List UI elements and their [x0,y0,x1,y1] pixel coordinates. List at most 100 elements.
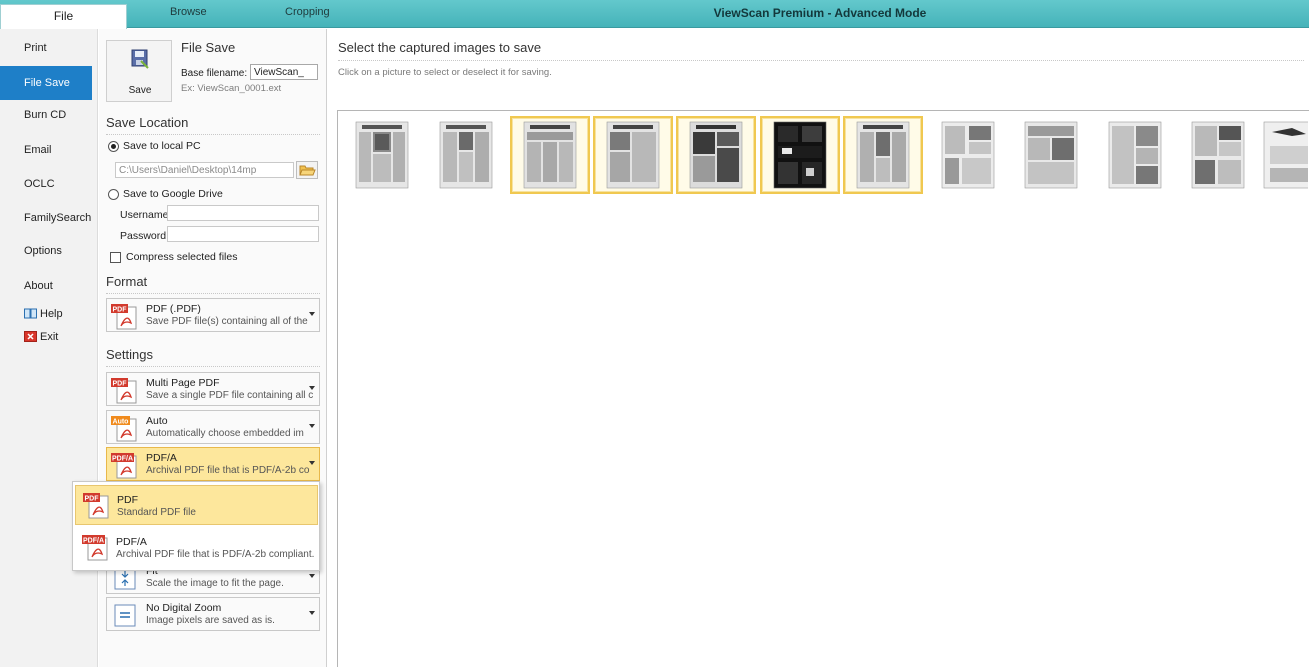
chevron-down-icon [309,386,315,390]
svg-text:PDF: PDF [113,381,128,388]
base-filename-input[interactable] [250,64,318,80]
chevron-down-icon [309,461,315,465]
password-input[interactable] [167,226,319,242]
thumbnail-selected[interactable] [843,116,923,194]
nav-familysearch[interactable]: FamilySearch [0,201,98,235]
nav-oclc[interactable]: OCLC [0,167,98,201]
thumbnail-area [337,110,1309,667]
compression-dropdown-desc: Automatically choose embedded im [146,428,304,439]
scaling-dropdown-desc: Scale the image to fit the page. [146,578,284,589]
folder-icon [299,165,316,176]
save-local-radio[interactable] [108,141,119,152]
pdf-file-icon: PDF [111,304,137,330]
nav-file-save[interactable]: File Save [0,66,92,100]
popup-option-title: PDF/A [116,536,147,548]
nav-options[interactable]: Options [0,234,98,268]
thumbnail[interactable] [1178,116,1258,194]
base-filename-label: Base filename: [181,68,248,79]
nav-exit-label: Exit [40,331,59,343]
auto-file-icon: Auto [111,416,137,442]
compression-dropdown[interactable]: Auto Auto Automatically choose embedded … [106,410,320,444]
newspaper-thumbnail-image [439,121,493,189]
svg-text:PDF/A: PDF/A [112,456,133,463]
compress-checkbox[interactable] [110,252,121,263]
popup-option-pdf[interactable]: PDF PDF Standard PDF file [75,485,318,525]
save-location-title: Save Location [106,115,189,130]
svg-text:PDF: PDF [113,307,128,314]
help-book-icon [24,308,37,319]
thumbnail[interactable] [1011,116,1091,194]
compress-label: Compress selected files [126,251,238,263]
divider [338,60,1304,61]
left-nav: Print File Save Burn CD Email OCLC Famil… [0,29,98,667]
browse-folder-button[interactable] [296,161,318,179]
file-save-title: File Save [181,40,236,55]
username-input[interactable] [167,205,319,221]
newspaper-thumbnail-image [856,121,910,189]
multipage-dropdown[interactable]: PDF Multi Page PDF Save a single PDF fil… [106,372,320,406]
chevron-down-icon [309,611,315,615]
pdfa-file-icon: PDF/A [111,453,137,479]
nav-help-label: Help [40,308,63,320]
thumbnail[interactable] [928,116,1008,194]
ad-page-thumbnail-image [1263,121,1308,189]
thumbnail-selected[interactable] [593,116,673,194]
zoom-dropdown[interactable]: No Digital Zoom Image pixels are saved a… [106,597,320,631]
nav-email[interactable]: Email [0,133,98,167]
save-button-label: Save [128,85,152,96]
filename-example: Ex: ViewScan_0001.ext [181,83,282,94]
save-button[interactable]: Save [106,40,172,102]
thumbnail[interactable] [342,116,422,194]
thumbnail[interactable] [1262,116,1308,194]
nav-burn-cd[interactable]: Burn CD [0,98,98,132]
tab-browse[interactable]: Browse [170,6,207,18]
svg-text:PDF/A: PDF/A [83,538,104,545]
thumbnail-selected[interactable] [510,116,590,194]
divider [106,293,320,294]
save-google-radio[interactable] [108,189,119,200]
ribbon-bar: File Browse Cropping ViewScan Premium - … [0,0,1309,29]
svg-text:PDF: PDF [85,496,100,503]
ad-page-thumbnail-image [941,121,995,189]
tab-cropping[interactable]: Cropping [285,6,330,18]
photo-page-thumbnail-image [773,121,827,189]
popup-option-title: PDF [117,494,138,506]
popup-option-desc: Standard PDF file [117,507,196,518]
popup-option-desc: Archival PDF file that is PDF/A-2b compl… [116,549,315,560]
thumbnail-selected[interactable] [676,116,756,194]
pdf-type-dropdown-desc: Archival PDF file that is PDF/A-2b co [146,465,310,476]
format-dropdown-title: PDF (.PDF) [146,303,201,315]
save-path-input[interactable] [115,162,294,178]
window-title: ViewScan Premium - Advanced Mode [713,6,927,20]
pdf-type-popup: PDF PDF Standard PDF file PDF/A PDF/A Ar… [72,481,320,571]
ad-page-thumbnail-image [1024,121,1078,189]
newspaper-thumbnail-image [689,121,743,189]
thumbnail-selected[interactable] [760,116,840,194]
format-dropdown-desc: Save PDF file(s) containing all of the [146,316,308,327]
pdfa-file-icon: PDF/A [82,535,108,561]
floppy-disk-icon [131,49,149,69]
format-dropdown[interactable]: PDF PDF (.PDF) Save PDF file(s) containi… [106,298,320,332]
chevron-down-icon [309,312,315,316]
thumbnail[interactable] [426,116,506,194]
popup-option-pdfa[interactable]: PDF/A PDF/A Archival PDF file that is PD… [75,528,318,568]
chevron-down-icon [309,424,315,428]
zoom-dropdown-desc: Image pixels are saved as is. [146,615,275,626]
main-title: Select the captured images to save [338,40,542,55]
tab-file[interactable]: File [0,4,127,29]
nav-exit[interactable]: Exit [0,320,98,354]
nav-print[interactable]: Print [0,31,98,65]
multipage-dropdown-desc: Save a single PDF file containing all c [146,390,314,401]
settings-title: Settings [106,347,153,362]
thumbnail[interactable] [1095,116,1175,194]
ad-page-thumbnail-image [1108,121,1162,189]
save-google-label: Save to Google Drive [123,188,223,200]
newspaper-thumbnail-image [355,121,409,189]
username-label: Username [120,209,169,221]
newspaper-thumbnail-image [523,121,577,189]
pdf-type-dropdown[interactable]: PDF/A PDF/A Archival PDF file that is PD… [106,447,320,481]
pdf-file-icon: PDF [111,378,137,404]
format-title: Format [106,274,148,289]
ad-page-thumbnail-image [1191,121,1245,189]
zoom-dropdown-title: No Digital Zoom [146,602,222,614]
